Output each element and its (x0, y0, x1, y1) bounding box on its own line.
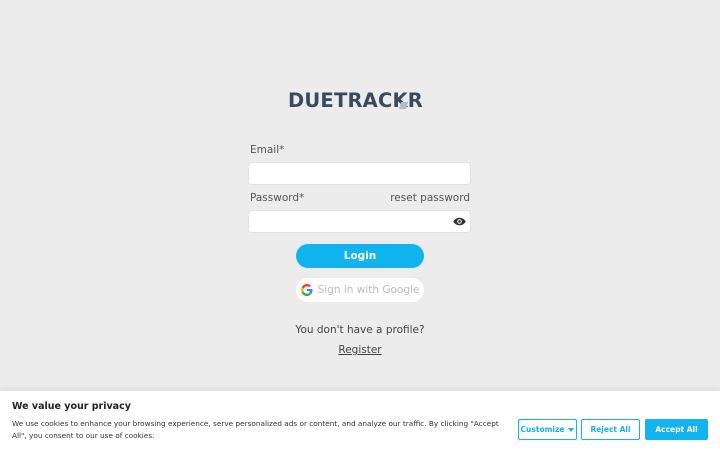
cookie-banner: We value your privacy We use cookies to … (0, 391, 720, 450)
logo-text-r: R (407, 89, 423, 112)
google-icon (300, 284, 313, 296)
password-label: Password* (250, 192, 305, 204)
accept-all-button[interactable]: Accept All (645, 419, 708, 440)
eye-icon[interactable] (453, 216, 466, 227)
customize-label: Customize (520, 425, 565, 434)
reject-all-button[interactable]: Reject All (581, 419, 640, 440)
register-link[interactable]: Register (310, 344, 410, 356)
logo-text-k: K (392, 89, 408, 112)
google-sign-in-button[interactable]: Sign in with Google (296, 278, 424, 302)
customize-button[interactable]: Customize (518, 419, 577, 440)
google-button-label: Sign in with Google (317, 284, 420, 296)
cookie-banner-text: We use cookies to enhance your browsing … (12, 419, 499, 440)
reset-password-link[interactable]: reset password (390, 192, 470, 204)
login-page: DUETRACKR Email* Password* reset passwor… (0, 0, 720, 450)
chevron-down-icon (568, 427, 575, 432)
logo-text: DUETRAC (288, 89, 393, 112)
no-profile-text: You don't have a profile? (295, 324, 425, 336)
duetrackr-logo: DUETRACKR (288, 89, 434, 113)
email-label: Email* (250, 144, 285, 156)
login-button[interactable]: Login (296, 244, 424, 268)
password-field[interactable] (248, 210, 471, 233)
cookie-banner-title: We value your privacy (12, 401, 131, 412)
email-field[interactable] (248, 162, 471, 185)
